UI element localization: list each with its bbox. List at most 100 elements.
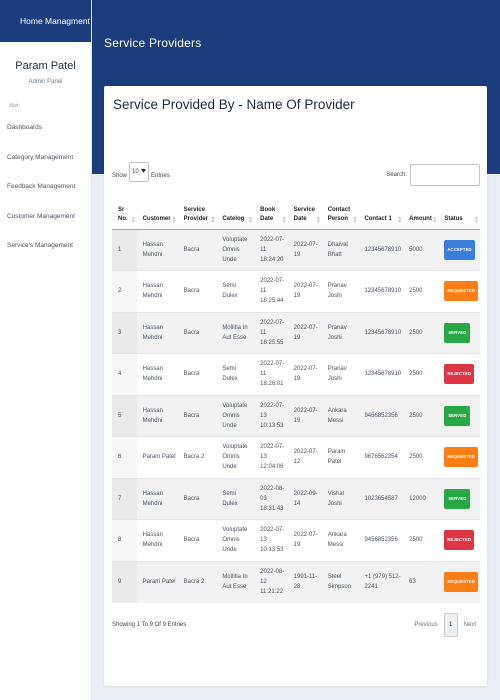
- cell-contact-person: Dhaivat Bhatt: [327, 241, 349, 258]
- user-name: Param Patel: [15, 60, 76, 72]
- cell-amount: 2500: [409, 454, 423, 461]
- column-header-customer[interactable]: Customer ▲ ▼: [137, 195, 178, 229]
- cell-contact-person: Pranav Joshi: [327, 366, 347, 383]
- table-controls: Show 10 Entries Search:: [112, 162, 480, 186]
- cell-status: REQUESTED: [438, 271, 480, 313]
- cell-sr: 3: [112, 312, 137, 354]
- search-control: Search:: [386, 164, 480, 186]
- status-badge[interactable]: SERVED: [444, 488, 471, 509]
- cell-service-date: 1991-11-28: [293, 574, 318, 590]
- column-header-contact[interactable]: Contact 1 ▲ ▼: [358, 195, 403, 229]
- cell-amount: 2500: [409, 288, 423, 295]
- cell-status: ACCEPTED: [438, 229, 480, 271]
- entries-select[interactable]: 10: [129, 162, 150, 182]
- cell-customer: Hassan Mehdni: [142, 532, 163, 549]
- cell-amount: 12000: [409, 495, 426, 502]
- column-header-service-date[interactable]: Service Date ▲ ▼: [288, 195, 322, 229]
- sidebar-item-category-management[interactable]: Category Management: [0, 143, 91, 173]
- sidebar: Home Managment Param Patel Admin Panel M…: [0, 0, 92, 700]
- previous-button[interactable]: Previous: [414, 622, 437, 628]
- cell-service-date: 2022-07-19: [293, 324, 318, 341]
- column-header-amount[interactable]: Amount ▲ ▼: [403, 195, 438, 229]
- cell-contact: 9456852356: [364, 537, 398, 544]
- status-badge[interactable]: SERVED: [444, 405, 471, 426]
- table-row: 9 Param Patel Bacra 2 Mollitia In Aut Es…: [112, 561, 480, 603]
- cell-book-date: 2022-08-12 11:21:22: [260, 569, 285, 595]
- cell-provider: Bacra: [183, 288, 200, 295]
- page-1-button[interactable]: 1: [443, 613, 458, 637]
- cell-service-date: 2022-07-19: [293, 407, 318, 424]
- cell-provider: Bacra: [183, 537, 200, 544]
- cell-service-date: 2022-07-19: [293, 241, 318, 258]
- page-title: Service Providers: [104, 36, 202, 50]
- cell-catelog: Mollitia In Aut Esse: [222, 324, 248, 341]
- table-row: 3 Hassan Mehdni Bacra Mollitia In Aut Es…: [112, 312, 480, 354]
- user-role: Admin Panel: [28, 79, 63, 85]
- cell-amount: 5000: [409, 246, 423, 253]
- status-badge[interactable]: SERVED: [444, 322, 471, 343]
- cell-service-date: 2022-09-14: [293, 490, 318, 507]
- cell-sr: 4: [112, 354, 137, 396]
- user-profile: Param Patel Admin Panel: [0, 42, 91, 85]
- cell-book-date: 2022-07-11 18:25:55: [260, 319, 285, 346]
- column-header-book-date[interactable]: Book Date ▲ ▼: [254, 195, 287, 229]
- cell-sr: 1: [112, 229, 137, 271]
- sidebar-item-customer-management[interactable]: Customer Management: [0, 202, 91, 232]
- brand-title[interactable]: Home Managment: [0, 0, 91, 42]
- cell-contact-person: Steel Simpson: [327, 574, 352, 590]
- status-badge[interactable]: REQUESTED: [444, 281, 478, 302]
- cell-customer: Hassan Mehdni: [142, 407, 163, 424]
- cell-service-date: 2022-07-19: [293, 283, 318, 300]
- pagination: Previous 1 Next: [414, 613, 476, 637]
- column-header-status[interactable]: Status ▲ ▼: [438, 195, 480, 229]
- sidebar-item-dashboards[interactable]: Dashboards: [0, 113, 91, 143]
- column-header-sr[interactable]: Sr No. ▲ ▼: [112, 195, 137, 229]
- cell-contact: +1 (979) 512-2241: [364, 574, 401, 590]
- status-badge[interactable]: ACCEPTED: [444, 239, 475, 260]
- column-header-provider[interactable]: Service Provider ▲ ▼: [178, 195, 217, 229]
- cell-provider: Bacra: [183, 495, 200, 502]
- column-header-contact-person[interactable]: Contact Person ▲ ▼: [322, 195, 359, 229]
- cell-catelog: Voluptate Omnis Unde: [222, 444, 248, 471]
- cell-status: REJECTED: [438, 354, 480, 396]
- status-badge[interactable]: REJECTED: [444, 530, 475, 551]
- cell-sr: 6: [112, 437, 137, 479]
- table-row: 8 Hassan Mehdni Bacra Voluptate Omnis Un…: [112, 519, 480, 562]
- cell-amount: 63: [409, 579, 416, 585]
- cell-contact: 12345678910: [364, 329, 402, 336]
- cell-provider: Bacra: [183, 371, 200, 378]
- cell-catelog: Semi Dulex: [222, 490, 238, 507]
- cell-book-date: 2022-07-13 10:13:53: [260, 402, 285, 429]
- table-row: 4 Hassan Mehdni Bacra Semi Dulex 2022-07…: [112, 353, 480, 396]
- cell-service-date: 2022-07-12: [293, 449, 318, 466]
- table-row: 2 Hassan Mehdni Bacra Semi Dulex 2022-07…: [112, 270, 480, 313]
- table-info: Showing 1 To 9 Of 9 Entries: [112, 622, 187, 628]
- cell-provider: Bacra: [183, 329, 200, 336]
- table-row: 5 Hassan Mehdni Bacra Voluptate Omnis Un…: [112, 395, 480, 437]
- cell-book-date: 2022-07-11 18:26:01: [260, 361, 285, 388]
- cell-customer: Hassan Mehdni: [142, 490, 163, 507]
- sidebar-item-feedback-management[interactable]: Feedback Management: [0, 172, 91, 202]
- cell-amount: 2500: [409, 329, 423, 336]
- cell-provider: Bacra 2: [183, 579, 205, 585]
- column-header-catelog[interactable]: Catelog ▲ ▼: [216, 195, 254, 229]
- cell-contact-person: Ankara Messi: [327, 532, 347, 549]
- cell-customer: Hassan Mehdni: [142, 283, 163, 300]
- cell-contact: 9676562354: [364, 454, 398, 461]
- status-badge[interactable]: REJECTED: [444, 364, 475, 385]
- status-badge[interactable]: REQUESTED: [444, 572, 478, 592]
- sidebar-item-services-management[interactable]: Service's Management: [0, 231, 91, 261]
- search-input[interactable]: [410, 164, 480, 186]
- next-button[interactable]: Next: [464, 622, 476, 628]
- cell-provider: Bacra 2: [183, 454, 205, 461]
- entries-control: Show 10 Entries: [112, 162, 170, 182]
- cell-status: REJECTED: [438, 520, 480, 562]
- cell-customer: Hassan Mehdni: [142, 366, 163, 383]
- table-row: 1 Hassan Mehdni Bacra Voluptate Omnis Un…: [112, 229, 480, 271]
- cell-customer: Param Patel: [142, 454, 176, 461]
- providers-card: Service Provided By - Name Of Provider S…: [104, 86, 487, 686]
- cell-status: SERVED: [438, 395, 480, 437]
- status-badge[interactable]: REQUESTED: [444, 447, 478, 468]
- cell-catelog: Semi Dulex: [222, 283, 238, 300]
- cell-customer: Hassan Mehdni: [142, 241, 163, 258]
